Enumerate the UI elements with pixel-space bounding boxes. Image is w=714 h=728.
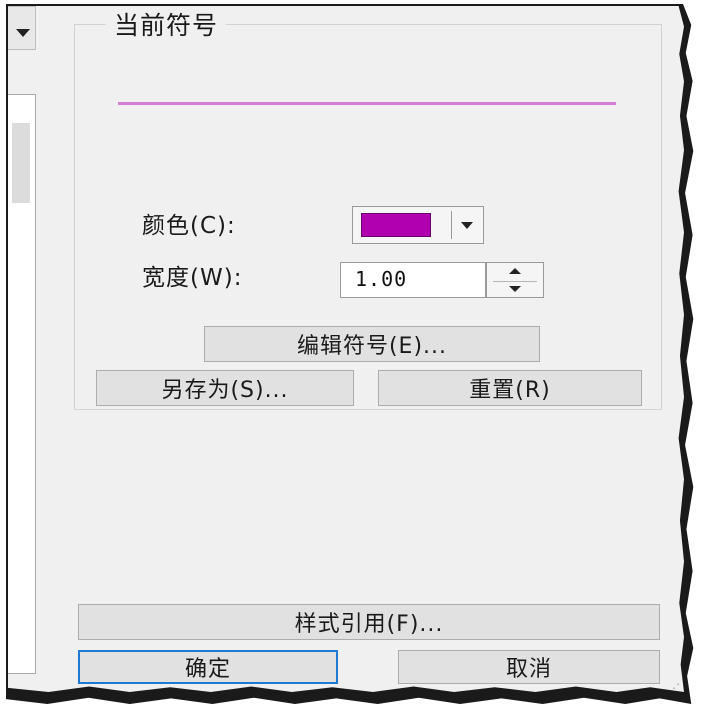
style-reference-button[interactable]: 样式引用(F)... bbox=[78, 604, 660, 640]
reset-button[interactable]: 重置(R) bbox=[378, 370, 642, 406]
width-label: 宽度(W): bbox=[142, 265, 243, 291]
width-input[interactable]: 1.00 bbox=[340, 262, 486, 298]
symbol-list[interactable] bbox=[8, 94, 36, 674]
window-shadow: 当前符号 颜色(C): 宽度(W): 1.00 编辑符号(E)... 另存为(S… bbox=[6, 4, 694, 704]
color-swatch bbox=[361, 213, 431, 237]
color-label: 颜色(C): bbox=[142, 213, 236, 239]
chevron-down-icon bbox=[16, 29, 30, 37]
width-stepper[interactable] bbox=[486, 262, 544, 298]
chevron-down-icon bbox=[461, 222, 473, 229]
arrow-up-icon bbox=[509, 268, 521, 274]
cancel-button[interactable]: 取消 bbox=[398, 650, 660, 684]
symbol-preview-line bbox=[118, 102, 616, 105]
arrow-down-icon bbox=[509, 286, 521, 292]
color-picker[interactable] bbox=[352, 206, 484, 244]
picker-divider bbox=[451, 211, 452, 239]
list-scrollbar-thumb[interactable] bbox=[12, 123, 30, 203]
stepper-up-button[interactable] bbox=[493, 264, 537, 279]
stepper-down-button[interactable] bbox=[493, 281, 537, 297]
save-as-button[interactable]: 另存为(S)... bbox=[96, 370, 354, 406]
group-title: 当前符号 bbox=[106, 11, 227, 41]
ok-button[interactable]: 确定 bbox=[78, 650, 338, 684]
category-dropdown[interactable] bbox=[8, 6, 36, 50]
left-panel-edge bbox=[8, 6, 40, 692]
resize-grip-icon[interactable]: ⋰ bbox=[668, 682, 680, 692]
symbol-selector-dialog: 当前符号 颜色(C): 宽度(W): 1.00 编辑符号(E)... 另存为(S… bbox=[8, 6, 684, 692]
edit-symbol-button[interactable]: 编辑符号(E)... bbox=[204, 326, 540, 362]
